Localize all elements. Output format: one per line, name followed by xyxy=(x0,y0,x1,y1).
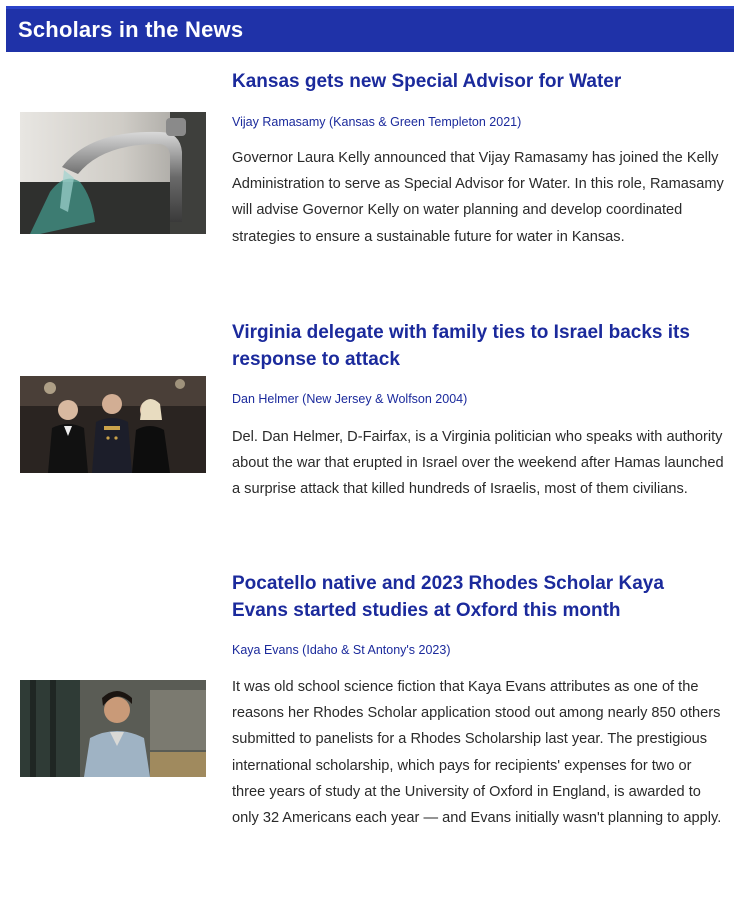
article-body: It was old school science fiction that K… xyxy=(232,679,722,827)
article-byline[interactable]: Vijay Ramasamy (Kansas & Green Templeton… xyxy=(232,114,722,130)
article-title[interactable]: Pocatello native and 2023 Rhodes Scholar… xyxy=(232,570,722,624)
student-portrait-photo xyxy=(20,680,206,777)
article-title[interactable]: Kansas gets new Special Advisor for Wate… xyxy=(232,68,722,95)
article-title[interactable]: Virginia delegate with family ties to Is… xyxy=(232,319,722,373)
formal-group-photo xyxy=(20,376,206,473)
section-header: Scholars in the News xyxy=(6,6,734,52)
article-thumbnail[interactable] xyxy=(20,376,206,473)
article-thumbnail[interactable] xyxy=(20,680,206,777)
article-body: Del. Dan Helmer, D-Fairfax, is a Virgini… xyxy=(232,429,724,498)
article-body: Governor Laura Kelly announced that Vija… xyxy=(232,150,724,245)
article-byline[interactable]: Dan Helmer (New Jersey & Wolfson 2004) xyxy=(232,391,722,407)
water-faucet-photo xyxy=(20,112,206,234)
section-title: Scholars in the News xyxy=(18,17,244,42)
article-byline[interactable]: Kaya Evans (Idaho & St Antony's 2023) xyxy=(232,642,722,658)
article-thumbnail[interactable] xyxy=(20,112,206,234)
